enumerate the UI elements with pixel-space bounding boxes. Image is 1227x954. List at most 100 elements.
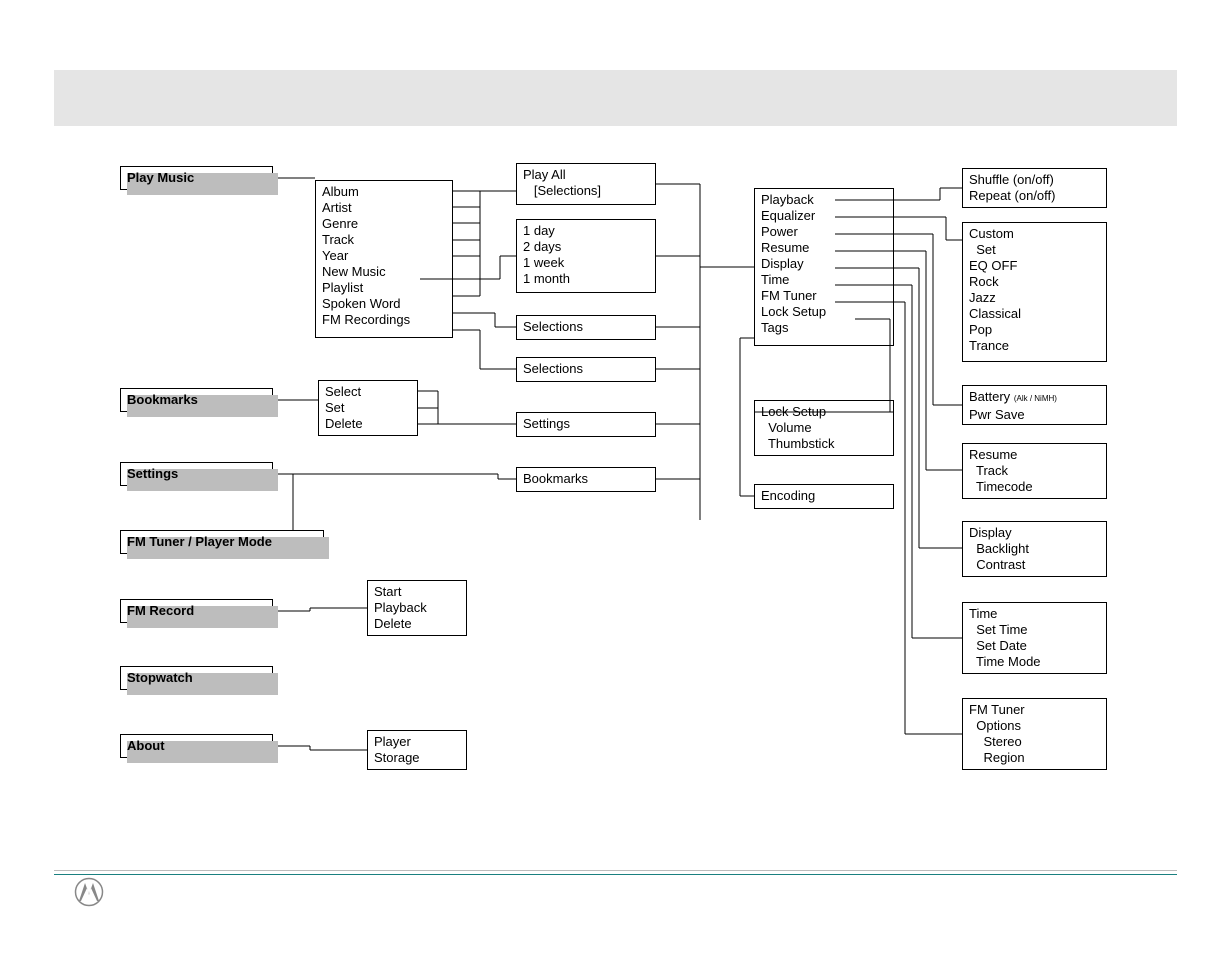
item: Backlight bbox=[969, 541, 1100, 557]
item: Power bbox=[761, 224, 887, 240]
item: Play All bbox=[523, 167, 649, 183]
label: Bookmarks bbox=[127, 392, 198, 407]
item: Stereo bbox=[969, 734, 1100, 750]
item: Region bbox=[969, 750, 1100, 766]
item: 1 week bbox=[523, 255, 649, 271]
item: Display bbox=[761, 256, 887, 272]
label: Bookmarks bbox=[523, 471, 588, 486]
menu-fm-tuner: FM Tuner / Player Mode bbox=[120, 530, 324, 554]
playback-opts: Shuffle (on/off) Repeat (on/off) bbox=[962, 168, 1107, 208]
encoding-box: Encoding bbox=[754, 484, 894, 509]
item: EQ OFF bbox=[969, 258, 1100, 274]
lock-setup-box: Lock Setup Volume Thumbstick bbox=[754, 400, 894, 456]
item: Start bbox=[374, 584, 460, 600]
label: Stopwatch bbox=[127, 670, 193, 685]
item: 1 day bbox=[523, 223, 649, 239]
item: Custom bbox=[969, 226, 1100, 242]
menu-play-music: Play Music bbox=[120, 166, 273, 190]
item: Display bbox=[969, 525, 1100, 541]
footer-divider bbox=[54, 870, 1177, 875]
item: FM Recordings bbox=[322, 312, 446, 328]
item: Resume bbox=[761, 240, 887, 256]
item: Select bbox=[325, 384, 411, 400]
label: About bbox=[127, 738, 165, 753]
label: Battery bbox=[969, 389, 1010, 404]
selections-1: Selections bbox=[516, 315, 656, 340]
item: Time bbox=[761, 272, 887, 288]
item: Playback bbox=[761, 192, 887, 208]
item: Spoken Word bbox=[322, 296, 446, 312]
item: Set Time bbox=[969, 622, 1100, 638]
item: Rock bbox=[969, 274, 1100, 290]
item: Equalizer bbox=[761, 208, 887, 224]
item: Year bbox=[322, 248, 446, 264]
item: 1 month bbox=[523, 271, 649, 287]
item: Pwr Save bbox=[969, 407, 1100, 423]
label: Play Music bbox=[127, 170, 194, 185]
label: Settings bbox=[127, 466, 178, 481]
item: Playlist bbox=[322, 280, 446, 296]
item: Player bbox=[374, 734, 460, 750]
row: Battery (Alk / NiMH) bbox=[969, 389, 1100, 407]
item: New Music bbox=[322, 264, 446, 280]
item: Contrast bbox=[969, 557, 1100, 573]
item: Tags bbox=[761, 320, 887, 336]
item: Time bbox=[969, 606, 1100, 622]
item: Album bbox=[322, 184, 446, 200]
resume-opts: Resume Track Timecode bbox=[962, 443, 1107, 499]
label: Encoding bbox=[761, 488, 815, 503]
item: Delete bbox=[325, 416, 411, 432]
item: Set bbox=[969, 242, 1100, 258]
item: 2 days bbox=[523, 239, 649, 255]
menu-fm-record: FM Record bbox=[120, 599, 273, 623]
item: Set Date bbox=[969, 638, 1100, 654]
item: Pop bbox=[969, 322, 1100, 338]
item: Time Mode bbox=[969, 654, 1100, 670]
item: Shuffle (on/off) bbox=[969, 172, 1100, 188]
item: Lock Setup bbox=[761, 304, 887, 320]
bookmarks-box: Bookmarks bbox=[516, 467, 656, 492]
item: Genre bbox=[322, 216, 446, 232]
item: Delete bbox=[374, 616, 460, 632]
menu-stopwatch: Stopwatch bbox=[120, 666, 273, 690]
fm-tuner-opts: FM Tuner Options Stereo Region bbox=[962, 698, 1107, 770]
item: Timecode bbox=[969, 479, 1100, 495]
menu-bookmarks: Bookmarks bbox=[120, 388, 273, 412]
power-opts: Battery (Alk / NiMH) Pwr Save bbox=[962, 385, 1107, 425]
label-small: (Alk / NiMH) bbox=[1014, 394, 1057, 403]
label: FM Tuner / Player Mode bbox=[127, 534, 272, 549]
item: Trance bbox=[969, 338, 1100, 354]
item: Resume bbox=[969, 447, 1100, 463]
settings-list: Playback Equalizer Power Resume Display … bbox=[754, 188, 894, 346]
fm-record-submenu: Start Playback Delete bbox=[367, 580, 467, 636]
label: Selections bbox=[523, 319, 583, 334]
display-opts: Display Backlight Contrast bbox=[962, 521, 1107, 577]
item: Classical bbox=[969, 306, 1100, 322]
item: Storage bbox=[374, 750, 460, 766]
motorola-logo bbox=[74, 877, 104, 907]
settings-box: Settings bbox=[516, 412, 656, 437]
item: Artist bbox=[322, 200, 446, 216]
play-music-submenu: Album Artist Genre Track Year New Music … bbox=[315, 180, 453, 338]
menu-about: About bbox=[120, 734, 273, 758]
bookmarks-submenu: Select Set Delete bbox=[318, 380, 418, 436]
item: Thumbstick bbox=[761, 436, 887, 452]
item: FM Tuner bbox=[969, 702, 1100, 718]
item: Volume bbox=[761, 420, 887, 436]
label: FM Record bbox=[127, 603, 194, 618]
item: Track bbox=[969, 463, 1100, 479]
item: FM Tuner bbox=[761, 288, 887, 304]
about-submenu: Player Storage bbox=[367, 730, 467, 770]
eq-opts: Custom Set EQ OFF Rock Jazz Classical Po… bbox=[962, 222, 1107, 362]
item: Playback bbox=[374, 600, 460, 616]
selections-2: Selections bbox=[516, 357, 656, 382]
label: Settings bbox=[523, 416, 570, 431]
item: Jazz bbox=[969, 290, 1100, 306]
item: Set bbox=[325, 400, 411, 416]
item: Lock Setup bbox=[761, 404, 887, 420]
menu-settings: Settings bbox=[120, 462, 273, 486]
item: Options bbox=[969, 718, 1100, 734]
item: [Selections] bbox=[523, 183, 649, 199]
item: Repeat (on/off) bbox=[969, 188, 1100, 204]
time-opts: Time Set Time Set Date Time Mode bbox=[962, 602, 1107, 674]
